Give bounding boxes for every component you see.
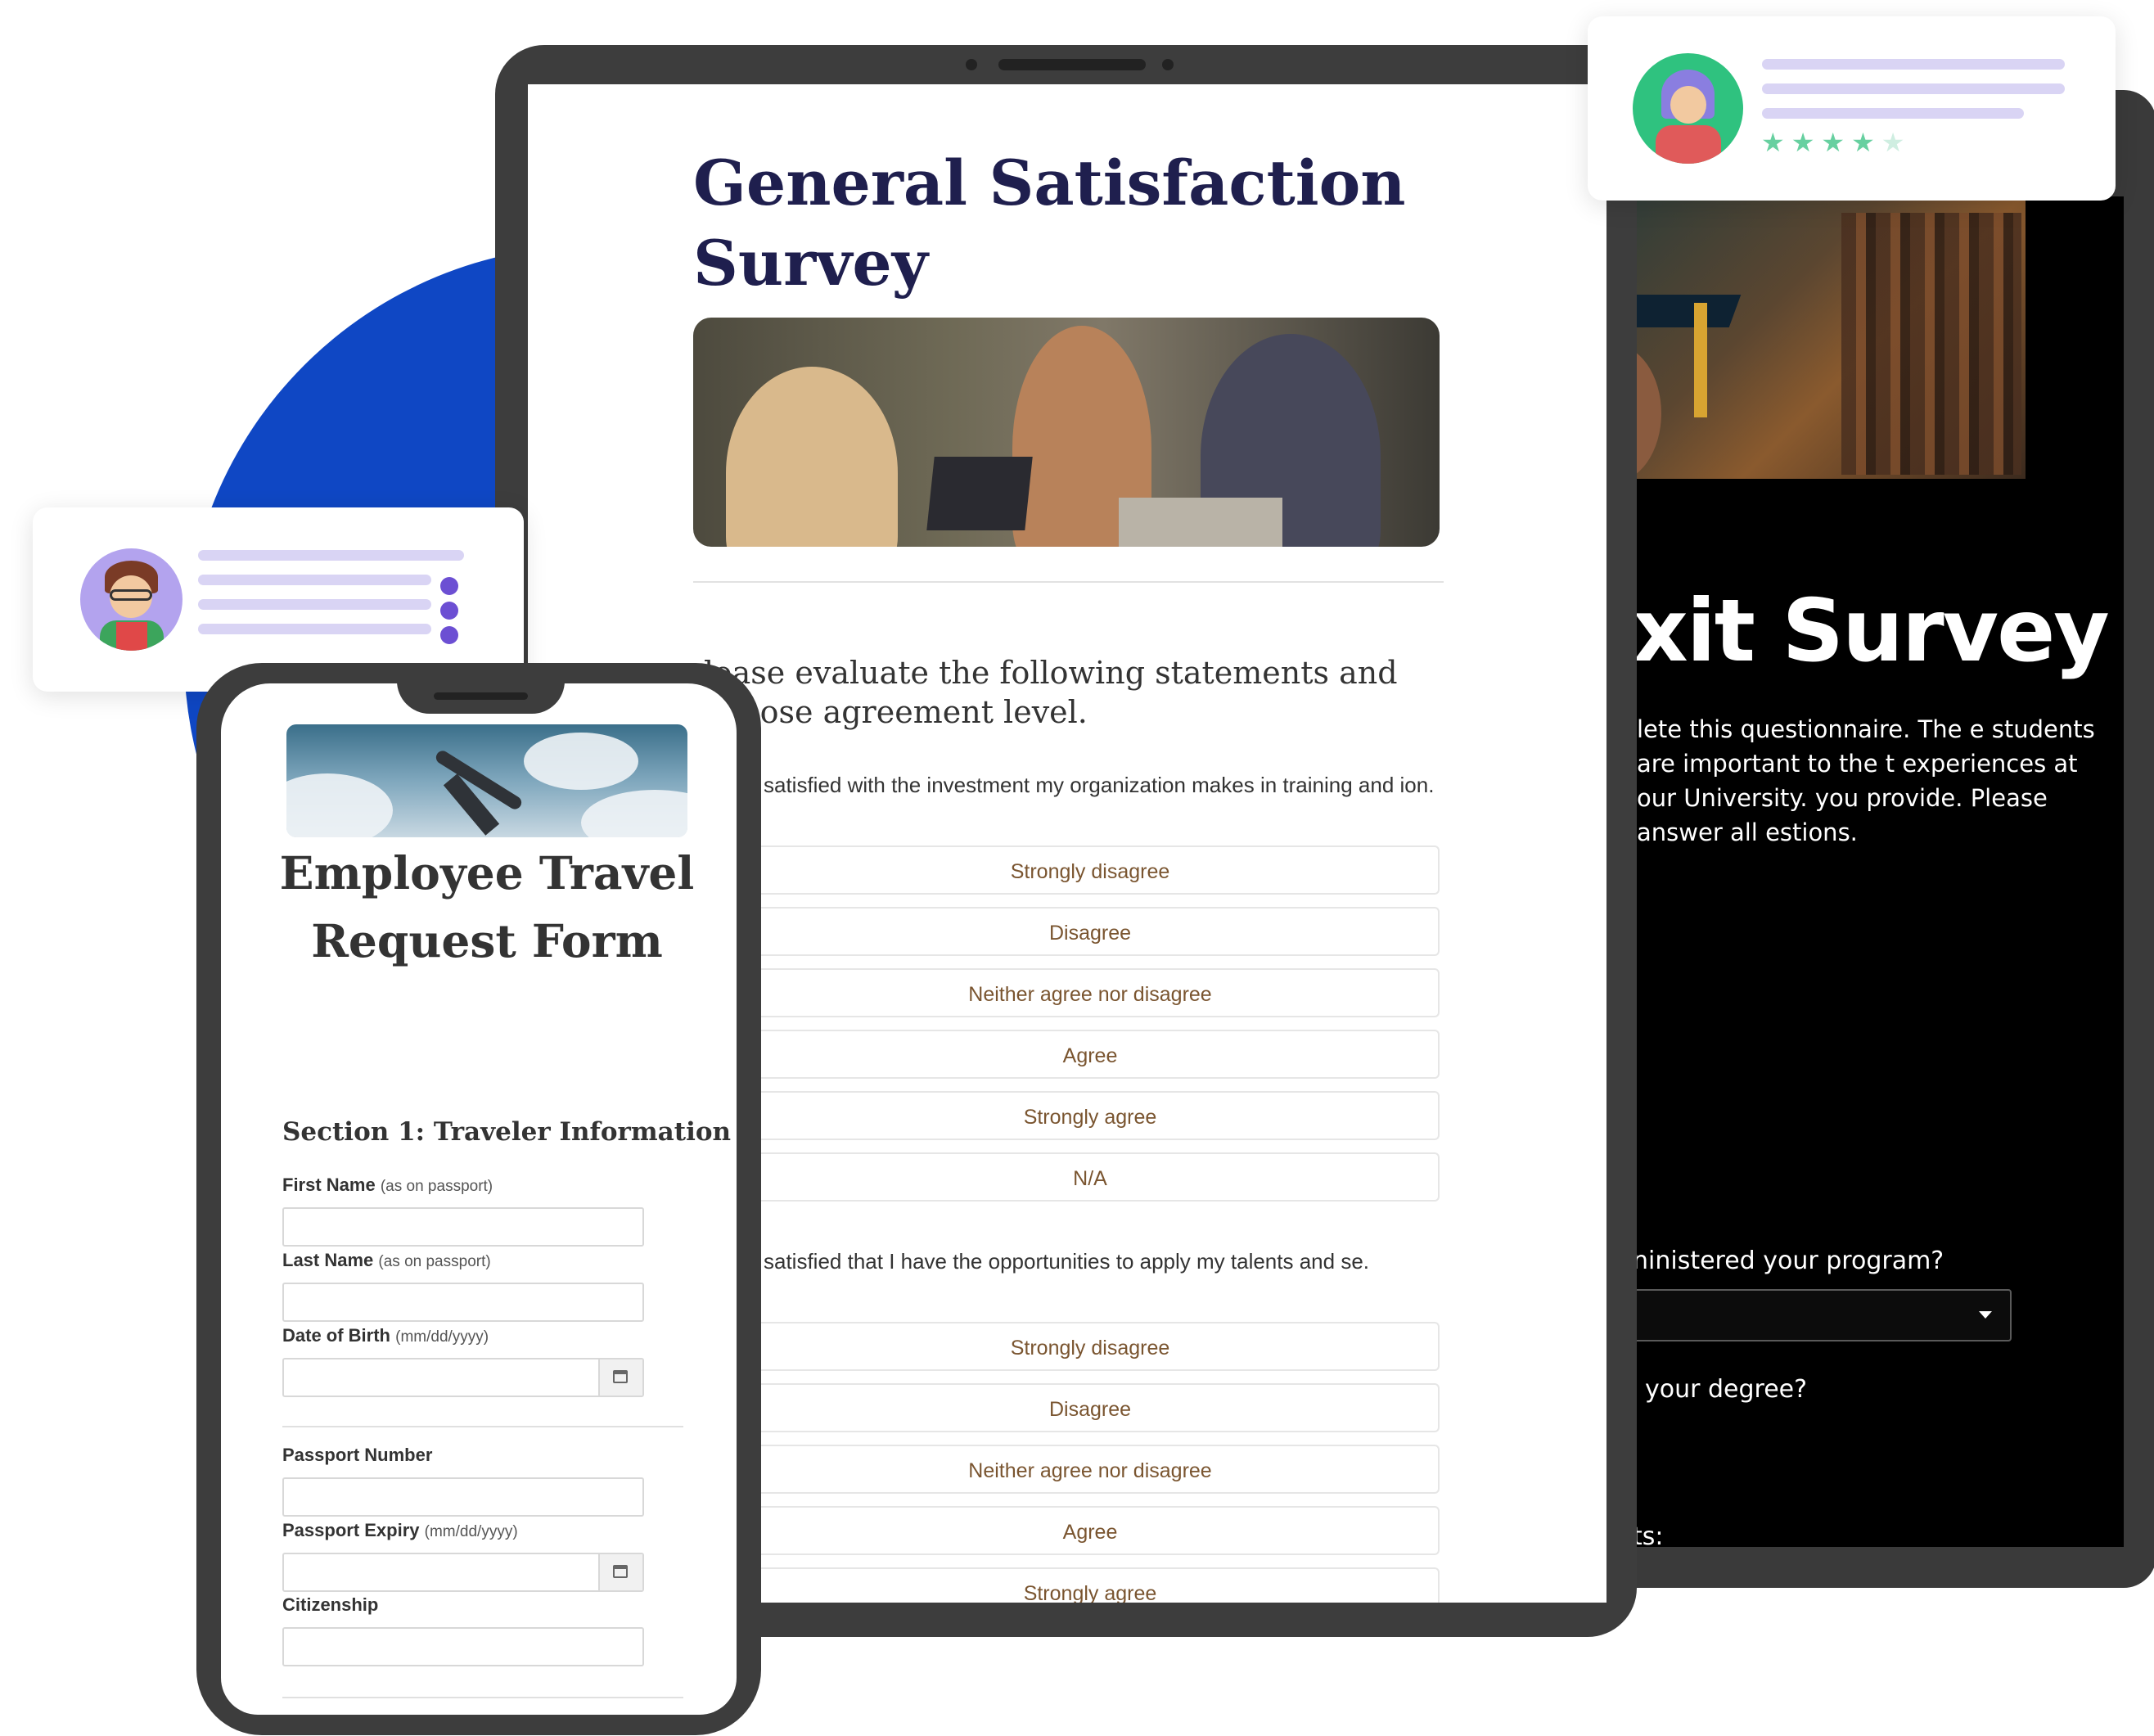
travel-form-screen: Employee Travel Request Form Section 1: … (221, 683, 737, 1715)
star-empty-icon: ★ (1881, 128, 1912, 157)
dob-label: Date of Birth (mm/dd/yyyy) (282, 1325, 489, 1346)
placeholder-line (1762, 83, 2065, 94)
q1-option-na[interactable]: N/A (741, 1152, 1440, 1202)
passport-number-label: Passport Number (282, 1445, 433, 1465)
citizenship-label: Citizenship (282, 1594, 379, 1615)
dot-icon (440, 577, 458, 595)
divider (282, 1697, 683, 1698)
form-title: Employee Travel Request Form (279, 846, 695, 967)
q1-option-strongly-agree[interactable]: Strongly agree (741, 1091, 1440, 1140)
exit-survey-description: lete this questionnaire. The e students … (1637, 715, 2095, 846)
first-name-input[interactable] (282, 1207, 644, 1247)
question-partial-label: ts: (1633, 1522, 1664, 1547)
question-2-text: satisfied that I have the opportunities … (764, 1249, 1369, 1274)
team-photo (693, 318, 1440, 547)
question-program-label: ninistered your program? (1633, 1247, 1944, 1275)
star-filled-icon: ★ (1761, 128, 1791, 157)
q2-option-neutral[interactable]: Neither agree nor disagree (741, 1445, 1440, 1494)
q1-option-neutral[interactable]: Neither agree nor disagree (741, 968, 1440, 1017)
star-filled-icon: ★ (1821, 128, 1852, 157)
calendar-button[interactable] (598, 1359, 642, 1396)
graduate-photo (1596, 196, 2026, 483)
placeholder-line (198, 599, 431, 610)
q1-option-agree[interactable]: Agree (741, 1030, 1440, 1079)
q1-option-strongly-disagree[interactable]: Strongly disagree (741, 845, 1440, 895)
q2-option-strongly-agree[interactable]: Strongly agree (741, 1567, 1440, 1603)
first-name-label: First Name (as on passport) (282, 1175, 493, 1195)
calendar-button[interactable] (598, 1554, 642, 1590)
question-1-text: satisfied with the investment my organiz… (764, 773, 1435, 797)
q2-option-agree[interactable]: Agree (741, 1506, 1440, 1555)
placeholder-line (198, 550, 464, 561)
q1-option-disagree[interactable]: Disagree (741, 907, 1440, 956)
chevron-down-icon (1979, 1311, 1992, 1319)
avatar (80, 548, 183, 651)
program-select[interactable] (1612, 1289, 2012, 1341)
star-filled-icon: ★ (1851, 128, 1881, 157)
page-title: General Satisfaction Survey (693, 147, 1406, 300)
calendar-icon (613, 1565, 628, 1578)
passport-expiry-input[interactable] (282, 1553, 644, 1592)
survey-instructions: lease evaluate the following statements … (704, 655, 1398, 730)
star-rating: ★★★★★ (1761, 127, 1911, 158)
q2-option-disagree[interactable]: Disagree (741, 1383, 1440, 1432)
star-filled-icon: ★ (1791, 128, 1822, 157)
placeholder-line (1762, 59, 2065, 70)
question-degree-label: your degree? (1645, 1375, 1808, 1404)
dot-icon (440, 626, 458, 644)
divider (282, 1426, 683, 1427)
passport-number-input[interactable] (282, 1477, 644, 1517)
placeholder-line (1762, 108, 2024, 119)
last-name-label: Last Name (as on passport) (282, 1250, 491, 1270)
q2-option-strongly-disagree[interactable]: Strongly disagree (741, 1322, 1440, 1371)
citizenship-input[interactable] (282, 1627, 644, 1666)
airplane-photo (286, 724, 687, 837)
phone-notch (397, 665, 565, 714)
section-title: Section 1: Traveler Information (282, 1117, 732, 1147)
exit-survey-screen: xit Survey lete this questionnaire. The … (1596, 196, 2124, 1547)
placeholder-line (198, 624, 431, 634)
review-card: ★★★★★ (1588, 16, 2116, 201)
passport-expiry-label: Passport Expiry (mm/dd/yyyy) (282, 1520, 518, 1540)
last-name-input[interactable] (282, 1283, 644, 1322)
dot-icon (440, 602, 458, 620)
dob-input[interactable] (282, 1358, 644, 1397)
calendar-icon (613, 1370, 628, 1383)
placeholder-line (198, 575, 431, 585)
avatar (1633, 53, 1743, 164)
exit-survey-title: xit Survey (1633, 581, 2110, 681)
divider (693, 581, 1444, 583)
